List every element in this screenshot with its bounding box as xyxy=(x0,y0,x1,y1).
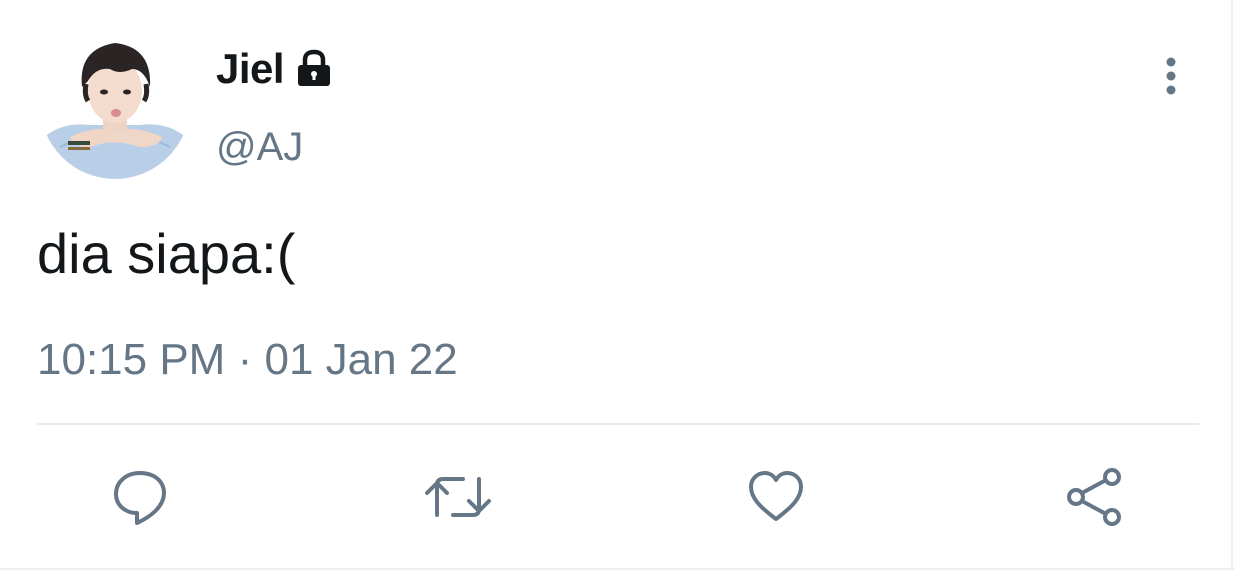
lock-icon xyxy=(292,47,336,91)
tweet-card: Jiel @AJ dia siapa:( 10:15 PM · 01 Jan 2… xyxy=(0,0,1235,588)
heart-icon xyxy=(749,471,803,521)
share-button[interactable] xyxy=(1059,462,1129,532)
avatar[interactable] xyxy=(40,29,190,179)
display-name[interactable]: Jiel xyxy=(216,44,285,94)
like-button[interactable] xyxy=(741,462,811,532)
tweet-timestamp[interactable]: 10:15 PM · 01 Jan 22 xyxy=(37,332,458,388)
reply-button[interactable] xyxy=(105,462,175,532)
meta-separator: · xyxy=(237,335,253,384)
tweet-text: dia siapa:( xyxy=(37,222,296,285)
avatar-image xyxy=(40,29,190,179)
right-border xyxy=(1231,0,1233,568)
more-options-button[interactable] xyxy=(1150,50,1192,102)
divider xyxy=(37,423,1199,425)
retweet-icon xyxy=(425,477,491,517)
tweet-time: 10:15 PM xyxy=(37,335,226,384)
display-name-row[interactable]: Jiel xyxy=(216,44,336,94)
vertical-dots-icon xyxy=(1166,57,1176,95)
user-handle[interactable]: @AJ xyxy=(216,122,303,172)
retweet-button[interactable] xyxy=(423,462,493,532)
bottom-border xyxy=(0,568,1235,570)
tweet-date: 01 Jan 22 xyxy=(264,335,458,384)
share-icon xyxy=(1067,468,1121,526)
reply-icon xyxy=(114,471,166,525)
